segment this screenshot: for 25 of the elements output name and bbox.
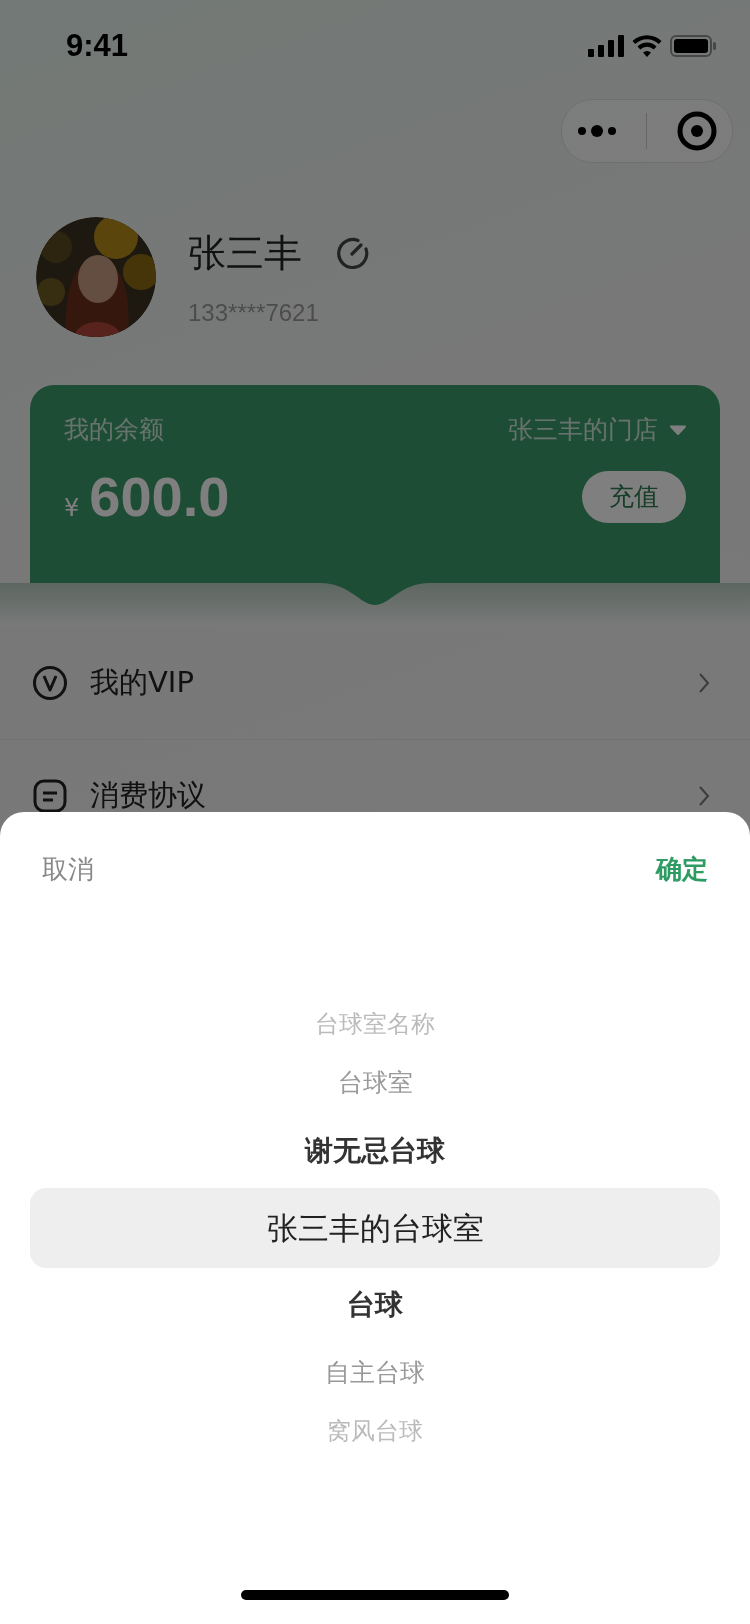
recharge-button[interactable]: 充值 <box>582 470 686 523</box>
picker-option[interactable]: 台球室 <box>30 1052 720 1114</box>
signal-icon <box>588 35 624 57</box>
currency-symbol: ¥ <box>64 494 80 522</box>
close-target-icon[interactable] <box>677 111 718 151</box>
user-name: 张三丰 <box>188 229 302 277</box>
more-icon[interactable] <box>576 125 617 137</box>
document-icon <box>32 778 68 814</box>
picker-option[interactable]: 台球 <box>30 1268 720 1342</box>
picker-option[interactable]: 自主台球 <box>30 1342 720 1404</box>
picker-option[interactable]: 张三丰的台球室 <box>30 1188 720 1268</box>
balance-amount: 600.0 <box>89 464 230 529</box>
balance-label: 我的余额 <box>64 414 164 446</box>
edit-icon[interactable] <box>336 236 370 270</box>
wifi-icon <box>632 35 662 57</box>
chevron-right-icon <box>698 785 710 807</box>
menu-item[interactable]: 我的VIP <box>0 627 750 740</box>
chevron-right-icon <box>698 672 710 694</box>
picker-option[interactable]: 谢无忌台球 <box>30 1114 720 1188</box>
vip-icon <box>32 665 68 701</box>
picker-option[interactable]: 台球室名称 <box>30 997 720 1052</box>
status-time: 9:41 <box>66 28 129 64</box>
store-selector[interactable]: 张三丰的门店 <box>508 413 686 446</box>
dropdown-icon <box>670 424 686 435</box>
picker-option[interactable]: 窝风台球 <box>30 1404 720 1459</box>
